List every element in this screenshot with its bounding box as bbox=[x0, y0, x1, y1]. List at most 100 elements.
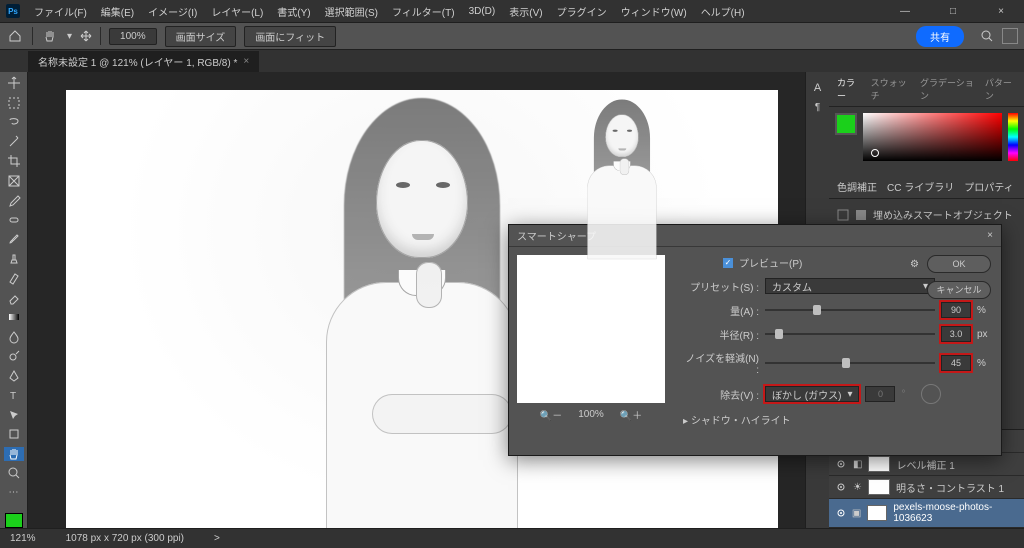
menu-help[interactable]: ヘルプ(H) bbox=[701, 4, 745, 19]
search-icon[interactable] bbox=[980, 29, 994, 43]
preview-zoom-value[interactable]: 100% bbox=[578, 409, 604, 420]
color-fg-swatch[interactable] bbox=[835, 113, 857, 135]
zoom-field[interactable]: 100% bbox=[109, 28, 157, 45]
move-tool-icon[interactable] bbox=[4, 76, 24, 91]
tab-libraries[interactable]: CC ライブラリ bbox=[887, 179, 954, 194]
hand-tool-icon-selected[interactable] bbox=[4, 447, 24, 462]
eyedropper-tool-icon[interactable] bbox=[4, 193, 24, 208]
dialog-close-icon[interactable]: × bbox=[987, 230, 993, 241]
eraser-tool-icon[interactable] bbox=[4, 291, 24, 306]
menu-edit[interactable]: 編集(E) bbox=[101, 4, 134, 19]
noise-field[interactable]: 45 bbox=[941, 355, 971, 371]
layer-row[interactable]: ☀ 明るさ・コントラスト 1 bbox=[829, 476, 1024, 499]
menu-view[interactable]: 表示(V) bbox=[509, 4, 542, 19]
menu-3d[interactable]: 3D(D) bbox=[469, 6, 496, 17]
paragraph-panel-icon[interactable]: ¶ bbox=[815, 102, 820, 113]
visibility-icon[interactable] bbox=[835, 481, 847, 493]
gear-icon[interactable]: ⚙ bbox=[910, 259, 919, 270]
layer-thumb[interactable] bbox=[867, 505, 887, 521]
wand-tool-icon[interactable] bbox=[4, 135, 24, 150]
remove-dropdown[interactable]: ぼかし (ガウス) ▾ bbox=[765, 386, 859, 402]
window-minimize[interactable]: — bbox=[888, 0, 922, 22]
menu-select[interactable]: 選択範囲(S) bbox=[325, 4, 378, 19]
window-close[interactable]: × bbox=[984, 0, 1018, 22]
edit-toolbar-icon[interactable]: ⋯ bbox=[4, 486, 24, 501]
cancel-button[interactable]: キャンセル bbox=[927, 281, 991, 299]
zoom-in-icon[interactable]: 🔍＋ bbox=[620, 407, 642, 422]
tab-close-icon[interactable]: × bbox=[243, 56, 249, 67]
menu-image[interactable]: イメージ(I) bbox=[148, 4, 197, 19]
heal-tool-icon[interactable] bbox=[4, 213, 24, 228]
layer-mask-thumb[interactable] bbox=[868, 479, 890, 495]
type-tool-icon[interactable]: T bbox=[4, 388, 24, 403]
layer-name[interactable]: pexels-moose-photos-1036623 bbox=[893, 502, 1018, 524]
status-zoom[interactable]: 121% bbox=[10, 533, 36, 544]
layer-mask-thumb[interactable] bbox=[868, 456, 890, 472]
tab-properties[interactable]: プロパティ bbox=[964, 179, 1013, 194]
document-tab[interactable]: 名称未設定 1 @ 121% (レイヤー 1, RGB/8) * × bbox=[28, 51, 259, 72]
blur-tool-icon[interactable] bbox=[4, 330, 24, 345]
radius-field[interactable]: 3.0 bbox=[941, 326, 971, 342]
path-select-icon[interactable] bbox=[4, 408, 24, 423]
marquee-tool-icon[interactable] bbox=[4, 96, 24, 111]
status-arrow-icon[interactable]: > bbox=[214, 533, 220, 544]
menu-window[interactable]: ウィンドウ(W) bbox=[621, 4, 687, 19]
radius-slider[interactable] bbox=[765, 328, 935, 340]
visibility-icon[interactable] bbox=[835, 507, 846, 519]
color-panel-tabs: カラー スウォッチ グラデーション パターン bbox=[829, 72, 1024, 107]
noise-slider[interactable] bbox=[765, 357, 935, 369]
pen-tool-icon[interactable] bbox=[4, 369, 24, 384]
tab-color[interactable]: カラー bbox=[837, 76, 861, 102]
fit-screen-button[interactable]: 画面にフィット bbox=[244, 26, 336, 47]
layer-name[interactable]: レベル補正 1 bbox=[896, 457, 954, 472]
zoom-out-icon[interactable]: 🔍－ bbox=[540, 407, 562, 422]
app-logo: Ps bbox=[6, 4, 20, 18]
ok-button[interactable]: OK bbox=[927, 255, 991, 273]
color-spectrum[interactable] bbox=[863, 113, 1002, 161]
menu-layer[interactable]: レイヤー(L) bbox=[211, 4, 263, 19]
menu-plugin[interactable]: プラグイン bbox=[557, 4, 607, 19]
shadow-highlight-accordion[interactable]: ▸ シャドウ・ハイライト bbox=[683, 412, 991, 427]
window-maximize[interactable]: □ bbox=[936, 0, 970, 22]
tab-adjustments[interactable]: 色調補正 bbox=[837, 179, 877, 194]
character-panel-icon[interactable]: A bbox=[814, 82, 821, 94]
radius-unit: px bbox=[977, 329, 991, 340]
canvas-size-button[interactable]: 画面サイズ bbox=[165, 26, 237, 47]
amount-slider[interactable] bbox=[765, 304, 935, 316]
lasso-tool-icon[interactable] bbox=[4, 115, 24, 130]
workspace-switcher[interactable] bbox=[1002, 28, 1018, 44]
menu-file[interactable]: ファイル(F) bbox=[34, 4, 87, 19]
preview-checkbox[interactable]: ✓ bbox=[723, 258, 733, 268]
frame-tool-icon[interactable] bbox=[4, 174, 24, 189]
gradient-tool-icon[interactable] bbox=[4, 310, 24, 325]
visibility-icon[interactable] bbox=[835, 458, 847, 470]
scroll-all-icon[interactable] bbox=[80, 30, 92, 42]
radius-label: 半径(R) : bbox=[683, 327, 759, 342]
stamp-tool-icon[interactable] bbox=[4, 252, 24, 267]
status-dims[interactable]: 1078 px x 720 px (300 ppi) bbox=[66, 533, 184, 544]
tab-patterns[interactable]: パターン bbox=[985, 76, 1016, 102]
hue-bar[interactable] bbox=[1008, 113, 1018, 161]
brush-tool-icon[interactable] bbox=[4, 232, 24, 247]
menu-type[interactable]: 書式(Y) bbox=[277, 4, 310, 19]
hand-tool-icon[interactable] bbox=[41, 27, 59, 45]
preset-label: プリセット(S) : bbox=[683, 279, 759, 294]
crop-tool-icon[interactable] bbox=[4, 154, 24, 169]
dodge-tool-icon[interactable] bbox=[4, 349, 24, 364]
dialog-preview-image[interactable] bbox=[517, 255, 665, 403]
tab-gradients[interactable]: グラデーション bbox=[920, 76, 975, 102]
shape-tool-icon[interactable] bbox=[4, 427, 24, 442]
home-icon[interactable] bbox=[6, 27, 24, 45]
foreground-swatch[interactable] bbox=[5, 513, 23, 528]
layer-name[interactable]: 明るさ・コントラスト 1 bbox=[896, 480, 1004, 495]
menu-filter[interactable]: フィルター(T) bbox=[392, 4, 455, 19]
zoom-tool-icon[interactable] bbox=[4, 466, 24, 481]
layer-row[interactable]: ▣ pexels-moose-photos-1036623 bbox=[829, 499, 1024, 528]
amount-field[interactable]: 90 bbox=[941, 302, 971, 318]
history-brush-icon[interactable] bbox=[4, 271, 24, 286]
hand-chevron-icon[interactable]: ▾ bbox=[67, 31, 72, 42]
layer-row[interactable]: ◧ レベル補正 1 bbox=[829, 453, 1024, 476]
adjustment-icon: ☀ bbox=[853, 482, 862, 493]
tab-swatches[interactable]: スウォッチ bbox=[871, 76, 910, 102]
share-button[interactable]: 共有 bbox=[916, 26, 964, 47]
